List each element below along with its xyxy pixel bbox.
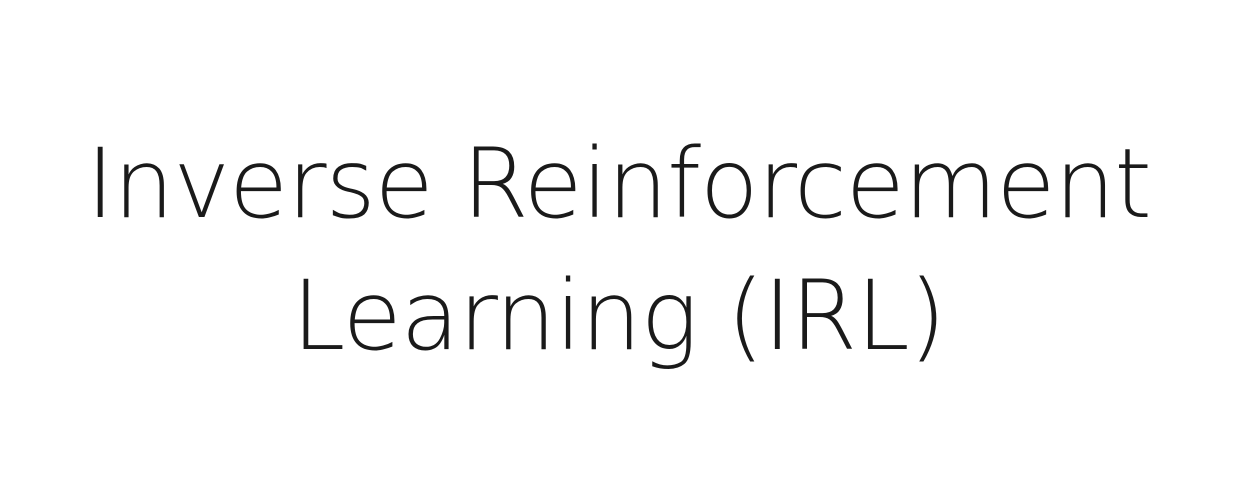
slide-canvas: Inverse Reinforcement Learning (IRL) <box>0 0 1237 504</box>
slide-title-line-1: Inverse Reinforcement <box>86 128 1152 240</box>
slide-title-line-2: Learning (IRL) <box>291 260 946 372</box>
slide-title: Inverse Reinforcement Learning (IRL) <box>0 118 1237 382</box>
